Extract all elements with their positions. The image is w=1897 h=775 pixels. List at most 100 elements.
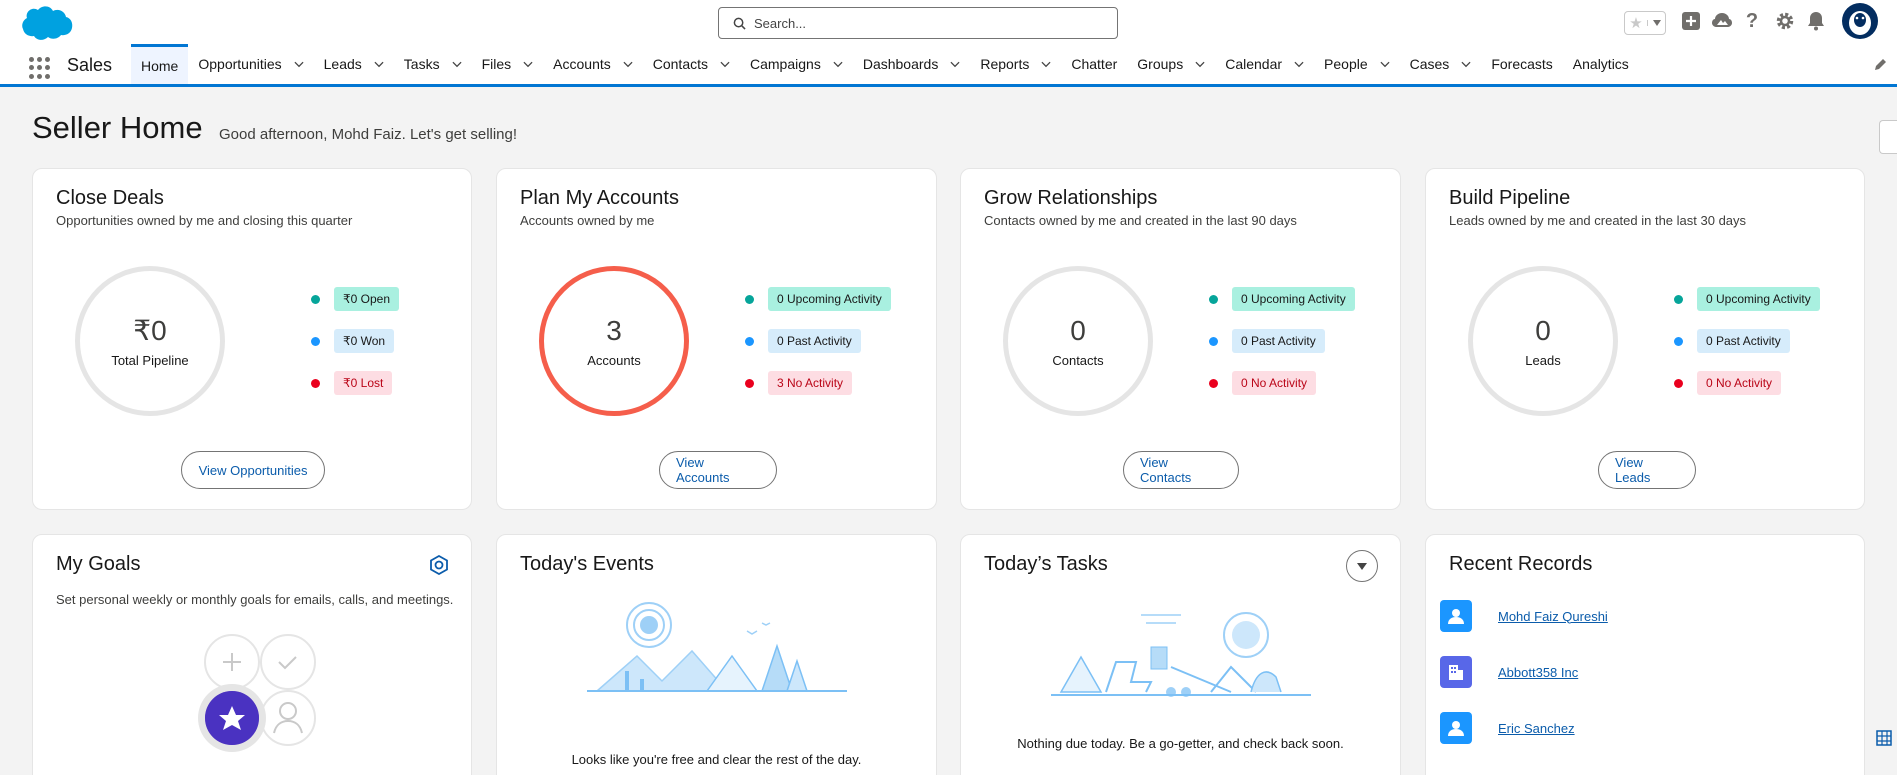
nav-tab-label: Analytics <box>1572 56 1629 72</box>
nav-tab-label: Groups <box>1137 56 1184 72</box>
legend-dot <box>1674 294 1683 304</box>
total-pipeline-ring: ₹0 Total Pipeline <box>75 266 225 416</box>
ring-label: Accounts <box>587 352 641 368</box>
chevron-down-icon[interactable] <box>1461 59 1471 69</box>
legend-item: ₹0 Lost <box>311 370 399 396</box>
nav-tab-label: Forecasts <box>1491 56 1553 72</box>
trailhead-icon <box>1712 13 1732 27</box>
ring-legend: 0 Upcoming Activity 0 Past Activity 3 No… <box>745 286 891 412</box>
nav-tab-cases[interactable]: Cases <box>1400 44 1482 84</box>
legend-pill: ₹0 Lost <box>334 371 393 395</box>
chevron-down-icon[interactable] <box>623 59 633 69</box>
chevron-down-icon[interactable] <box>720 59 730 69</box>
setup-button[interactable] <box>1774 10 1796 32</box>
todays-tasks-card: Today’s Tasks Nothing due today. Be a go… <box>960 534 1401 775</box>
nav-tab-people[interactable]: People <box>1314 44 1400 84</box>
nav-tab-label: Contacts <box>652 56 708 72</box>
chevron-down-icon[interactable] <box>950 59 960 69</box>
nav-tab-reports[interactable]: Reports <box>970 44 1061 84</box>
nav-tab-tasks[interactable]: Tasks <box>394 44 472 84</box>
chevron-down-icon[interactable] <box>1041 59 1051 69</box>
recent-record-item: Abbott358 Inc <box>1440 656 1578 688</box>
nav-tab-label: Chatter <box>1071 56 1118 72</box>
help-icon[interactable]: ? <box>1742 10 1762 32</box>
nav-tab-groups[interactable]: Groups <box>1127 44 1215 84</box>
close-deals-card: Close Deals Opportunities owned by me an… <box>32 168 472 510</box>
build-pipeline-card: Build Pipeline Leads owned by me and cre… <box>1425 168 1865 510</box>
chevron-down-icon[interactable] <box>452 59 462 69</box>
nav-tab-campaigns[interactable]: Campaigns <box>740 44 853 84</box>
leads-ring: 0 Leads <box>1468 266 1618 416</box>
nav-tab-accounts[interactable]: Accounts <box>543 44 643 84</box>
nav-tab-home[interactable]: Home <box>131 44 189 84</box>
edit-nav-icon[interactable] <box>1873 58 1887 77</box>
ring-label: Leads <box>1525 352 1561 368</box>
nav-tab-analytics[interactable]: Analytics <box>1563 44 1639 84</box>
side-panel-handle[interactable] <box>1879 120 1897 154</box>
search-placeholder: Search... <box>754 15 807 31</box>
chevron-down-icon[interactable] <box>1294 59 1304 69</box>
legend-dot <box>1674 336 1683 346</box>
salesforce-logo[interactable] <box>14 4 74 46</box>
relaxing-illustration <box>1051 612 1311 697</box>
search-icon <box>733 17 746 30</box>
ring-label: Total Pipeline <box>111 353 189 368</box>
chevron-down-icon[interactable] <box>1195 59 1205 69</box>
card-title: Close Deals <box>56 187 164 209</box>
nav-tab-label: Leads <box>323 56 362 72</box>
chevron-down-icon[interactable] <box>833 59 843 69</box>
tasks-filter-button[interactable] <box>1346 550 1378 582</box>
legend-item: 0 Upcoming Activity <box>1209 286 1355 312</box>
nav-tab-label: Campaigns <box>750 56 821 72</box>
goals-settings-icon[interactable] <box>429 554 449 580</box>
view-accounts-button[interactable]: View Accounts <box>659 451 777 489</box>
nav-tab-label: People <box>1324 56 1368 72</box>
legend-dot <box>1209 294 1218 304</box>
app-launcher-icon[interactable] <box>29 57 51 79</box>
table-settings-icon[interactable] <box>1876 730 1894 753</box>
chevron-down-icon[interactable] <box>1380 59 1390 69</box>
favorites-dropdown[interactable] <box>1647 20 1665 26</box>
view-contacts-button[interactable]: View Contacts <box>1123 451 1239 489</box>
notifications-button[interactable] <box>1806 10 1826 32</box>
nav-tab-forecasts[interactable]: Forecasts <box>1481 44 1562 84</box>
nav-tab-dashboards[interactable]: Dashboards <box>853 44 971 84</box>
legend-pill: 0 No Activity <box>1232 371 1317 395</box>
nav-tab-label: Dashboards <box>862 56 939 72</box>
legend-dot <box>745 294 754 304</box>
view-opportunities-button[interactable]: View Opportunities <box>181 451 325 489</box>
chevron-down-icon[interactable] <box>374 59 384 69</box>
record-link[interactable]: Eric Sanchez <box>1498 721 1575 736</box>
contact-icon <box>1440 600 1472 632</box>
global-actions-button[interactable] <box>1680 10 1702 32</box>
chevron-down-icon[interactable] <box>294 59 304 69</box>
nav-tab-label: Reports <box>980 56 1030 72</box>
nav-tab-contacts[interactable]: Contacts <box>643 44 740 84</box>
page-title: Seller Home <box>32 110 203 145</box>
favorites-button[interactable]: ★ <box>1624 11 1666 35</box>
nav-tab-leads[interactable]: Leads <box>314 44 394 84</box>
card-subtitle: Leads owned by me and created in the las… <box>1449 213 1747 228</box>
nav-tab-opportunities[interactable]: Opportunities <box>188 44 313 84</box>
legend-dot <box>745 336 754 346</box>
global-search-input[interactable]: Search... <box>718 7 1118 39</box>
card-subtitle: Accounts owned by me <box>520 213 655 228</box>
legend-item: ₹0 Won <box>311 328 399 354</box>
my-goals-card: My Goals Set personal weekly or monthly … <box>32 534 472 775</box>
nav-tab-calendar[interactable]: Calendar <box>1215 44 1314 84</box>
nav-tab-files[interactable]: Files <box>472 44 544 84</box>
star-icon[interactable]: ★ <box>1625 12 1647 34</box>
trailhead-button[interactable] <box>1711 10 1733 32</box>
accounts-ring[interactable]: 3 Accounts <box>539 266 689 416</box>
nav-tab-chatter[interactable]: Chatter <box>1061 44 1127 84</box>
nav-tab-label: Accounts <box>553 56 611 72</box>
camping-illustration <box>587 602 847 692</box>
user-avatar[interactable] <box>1842 3 1878 39</box>
card-title: Today's Events <box>520 553 654 575</box>
chevron-down-icon[interactable] <box>523 59 533 69</box>
record-link[interactable]: Abbott358 Inc <box>1498 665 1578 680</box>
nav-tab-label: Opportunities <box>198 56 282 72</box>
record-link[interactable]: Mohd Faiz Qureshi <box>1498 609 1608 624</box>
view-leads-button[interactable]: View Leads <box>1598 451 1696 489</box>
app-name: Sales <box>67 55 113 75</box>
